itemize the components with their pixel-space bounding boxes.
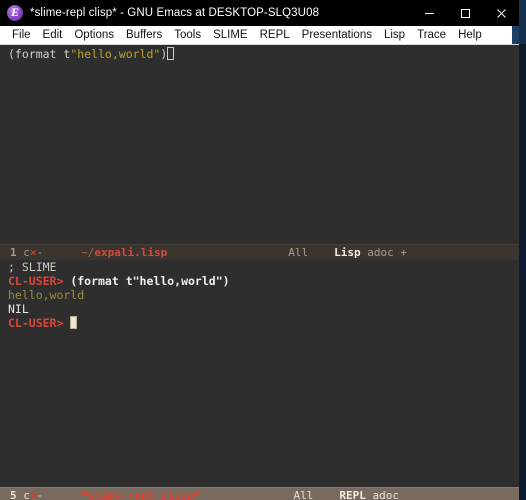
repl-buffer-text[interactable]: ; SLIME CL-USER> (format t"hello,world") h… bbox=[0, 258, 519, 330]
minimize-button[interactable] bbox=[411, 0, 447, 26]
close-button[interactable] bbox=[483, 0, 519, 26]
menu-item-help[interactable]: Help bbox=[452, 27, 488, 44]
repl-modeline-minor-modes: adoc bbox=[372, 489, 400, 500]
source-code-head: (format t bbox=[8, 47, 71, 61]
maximize-icon bbox=[460, 8, 470, 18]
repl-modeline-eol-flag: - bbox=[36, 489, 44, 500]
minimize-icon bbox=[424, 12, 434, 14]
repl-modeline-line-number: 5 bbox=[10, 489, 17, 500]
menu-item-trace[interactable]: Trace bbox=[411, 27, 452, 44]
menu-bar: File Edit Options Buffers Tools SLIME RE… bbox=[0, 26, 519, 45]
source-code-string: "hello,world" bbox=[70, 47, 161, 61]
repl-modeline-encoding: c bbox=[23, 489, 30, 500]
menu-item-file[interactable]: File bbox=[6, 27, 37, 44]
emacs-app-icon bbox=[7, 4, 23, 21]
repl-cursor bbox=[70, 316, 78, 329]
repl-modeline-buffer-name: *slime-repl clisp* bbox=[81, 489, 201, 500]
menubar-right-edge bbox=[512, 26, 519, 44]
close-icon bbox=[496, 8, 506, 18]
title-bar: *slime-repl clisp* - GNU Emacs at DESKTO… bbox=[0, 0, 519, 26]
repl-mode-line[interactable]: 5 c × - *slime-repl clisp* All REPL adoc bbox=[0, 487, 519, 500]
emacs-window: *slime-repl clisp* - GNU Emacs at DESKTO… bbox=[0, 0, 519, 500]
repl-output-text: hello,world bbox=[8, 288, 85, 302]
emacs-frame: (format t"hello,world") 1 c × - ~/ expal… bbox=[0, 45, 519, 500]
source-cursor bbox=[167, 47, 175, 60]
source-window[interactable]: (format t"hello,world") bbox=[0, 45, 519, 244]
menu-item-edit[interactable]: Edit bbox=[37, 27, 69, 44]
maximize-button[interactable] bbox=[447, 0, 483, 26]
repl-line-comment: ; SLIME bbox=[8, 260, 519, 274]
menu-item-buffers[interactable]: Buffers bbox=[120, 27, 168, 44]
repl-return-value: NIL bbox=[8, 302, 29, 316]
repl-modeline-modified-flag: × bbox=[29, 489, 37, 500]
source-code-tail: ) bbox=[160, 47, 168, 61]
repl-window[interactable]: ; SLIME CL-USER> (format t"hello,world") h… bbox=[0, 258, 519, 487]
repl-line-input: CL-USER> (format t"hello,world") bbox=[8, 274, 519, 288]
menu-item-tools[interactable]: Tools bbox=[168, 27, 207, 44]
repl-modeline-position: All bbox=[293, 489, 314, 500]
repl-input-text: (format t"hello,world") bbox=[70, 274, 230, 288]
menu-item-options[interactable]: Options bbox=[68, 27, 120, 44]
menu-item-lisp[interactable]: Lisp bbox=[378, 27, 411, 44]
desktop-right-strip-highlight bbox=[519, 0, 526, 44]
menu-item-repl[interactable]: REPL bbox=[254, 27, 296, 44]
source-buffer-text[interactable]: (format t"hello,world") bbox=[0, 45, 519, 61]
repl-line-output: hello,world bbox=[8, 288, 519, 302]
repl-comment-text: ; SLIME bbox=[8, 260, 57, 274]
repl-prompt-2: CL-USER> bbox=[8, 316, 71, 330]
menu-item-presentations[interactable]: Presentations bbox=[296, 27, 378, 44]
title-bar-left: *slime-repl clisp* - GNU Emacs at DESKTO… bbox=[0, 4, 411, 21]
repl-modeline-major-mode: REPL bbox=[339, 489, 366, 500]
desktop-right-strip bbox=[519, 0, 526, 500]
menu-item-slime[interactable]: SLIME bbox=[207, 27, 254, 44]
repl-line-active-prompt: CL-USER> bbox=[8, 316, 519, 330]
repl-line-value: NIL bbox=[8, 302, 519, 316]
repl-prompt-1: CL-USER> bbox=[8, 274, 71, 288]
window-controls bbox=[411, 0, 519, 26]
window-title: *slime-repl clisp* - GNU Emacs at DESKTO… bbox=[30, 7, 320, 19]
